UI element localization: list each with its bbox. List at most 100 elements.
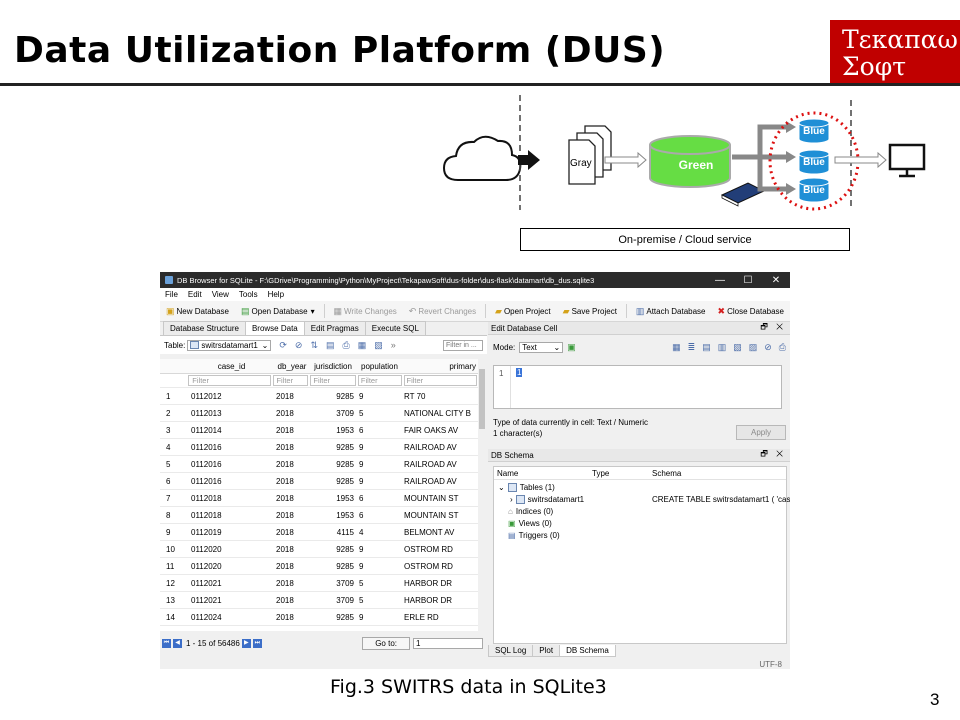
table-row[interactable]: 9 0112019 2018 4115 4 BELMONT AV	[160, 524, 478, 541]
table-row[interactable]: 4 0112016 2018 9285 9 RAILROAD AV	[160, 439, 478, 456]
schema-col-type[interactable]: Type	[592, 469, 609, 478]
table-cell[interactable]: 2018	[274, 494, 310, 503]
mode-select[interactable]: Text ⌄	[519, 342, 564, 353]
table-cell[interactable]: 0112016	[188, 460, 274, 469]
more-icon[interactable]: »	[391, 340, 396, 350]
tab-db-schema[interactable]: DB Schema	[559, 645, 616, 657]
dock-float-close-icon[interactable]: 🗗 ✕	[760, 448, 786, 462]
schema-col-name[interactable]: Name	[497, 469, 518, 478]
table-cell[interactable]: RAILROAD AV	[402, 443, 478, 452]
import-icon[interactable]: ▤	[702, 342, 711, 353]
delete-record-icon[interactable]: ▧	[374, 340, 383, 351]
table-cell[interactable]: MOUNTAIN ST	[402, 494, 478, 503]
print-icon[interactable]: ⎙	[343, 340, 350, 351]
word-wrap-icon[interactable]: ▦	[672, 342, 681, 353]
table-cell[interactable]: 9285	[310, 613, 357, 622]
table-cell[interactable]: 0112025	[188, 630, 274, 632]
revert-changes-button[interactable]: ↶ Revert Changes	[403, 306, 482, 317]
table-cell[interactable]: 2018	[274, 477, 310, 486]
close-database-button[interactable]: ✖ Close Database	[712, 306, 790, 317]
table-cell[interactable]: 6	[357, 511, 402, 520]
table-row[interactable]: 8 0112018 2018 1953 6 MOUNTAIN ST	[160, 507, 478, 524]
image-icon[interactable]: ▨	[749, 342, 758, 353]
last-record-icon[interactable]: ⏭	[252, 638, 262, 648]
table-cell[interactable]: 3709	[310, 630, 357, 632]
cell-editor[interactable]: 1 1	[493, 365, 782, 409]
table-cell[interactable]: 9	[357, 392, 402, 401]
schema-col-schema[interactable]: Schema	[652, 469, 681, 478]
table-cell[interactable]: 0112014	[188, 426, 274, 435]
table-cell[interactable]: 9	[357, 613, 402, 622]
print-cell-icon[interactable]: ⎙	[779, 342, 786, 353]
table-cell[interactable]: 9285	[310, 477, 357, 486]
table-cell[interactable]: 2018	[274, 460, 310, 469]
tab-plot[interactable]: Plot	[532, 645, 561, 657]
table-cell[interactable]: 0112021	[188, 596, 274, 605]
column-header-primary[interactable]: primary	[402, 362, 478, 371]
new-database-button[interactable]: ▣ New Database	[160, 306, 235, 317]
table-cell[interactable]: 0112020	[188, 562, 274, 571]
table-cell[interactable]: 0112020	[188, 545, 274, 554]
table-cell[interactable]: RAILROAD AV	[402, 460, 478, 469]
table-row[interactable]: 12 0112021 2018 3709 5 HARBOR DR	[160, 575, 478, 592]
table-cell[interactable]: 6	[357, 494, 402, 503]
auto-format-icon[interactable]: ▣	[567, 342, 576, 353]
minimize-button[interactable]: —	[706, 275, 734, 286]
table-cell[interactable]: FAIR OAKS AV	[402, 426, 478, 435]
table-cell[interactable]: 0112018	[188, 511, 274, 520]
table-cell[interactable]: MOUNTAIN ST	[402, 511, 478, 520]
tree-item-tables[interactable]: ⌄ Tables (1)	[498, 481, 555, 493]
table-cell[interactable]: 2018	[274, 443, 310, 452]
table-cell[interactable]: 2018	[274, 596, 310, 605]
table-cell[interactable]: 2018	[274, 579, 310, 588]
tab-sql-log[interactable]: SQL Log	[488, 645, 534, 657]
table-cell[interactable]: 1953	[310, 426, 357, 435]
save-project-button[interactable]: ▰ Save Project	[557, 306, 623, 317]
table-cell[interactable]: 9285	[310, 562, 357, 571]
tab-execute-sql[interactable]: Execute SQL	[364, 321, 426, 335]
table-cell[interactable]: OSTROM RD	[402, 562, 478, 571]
editor-cell-value[interactable]: 1	[516, 368, 523, 377]
table-cell[interactable]: 2018	[274, 630, 310, 632]
table-cell[interactable]: 4115	[310, 528, 357, 537]
table-cell[interactable]: 1953	[310, 494, 357, 503]
table-cell[interactable]: 2018	[274, 528, 310, 537]
filter-population-input[interactable]: Filter	[357, 375, 402, 386]
write-changes-button[interactable]: ▦ Write Changes	[327, 306, 402, 317]
clear-sort-icon[interactable]: ⇅	[310, 340, 318, 351]
clear-icon[interactable]: ⊘	[764, 342, 772, 353]
table-row[interactable]: 3 0112014 2018 1953 6 FAIR OAKS AV	[160, 422, 478, 439]
table-row[interactable]: 150112025201837095EAST 8TH ST	[160, 626, 478, 632]
column-header-db-year[interactable]: db_year	[274, 362, 310, 371]
table-row[interactable]: 11 0112020 2018 9285 9 OSTROM RD	[160, 558, 478, 575]
maximize-button[interactable]: ☐	[734, 275, 762, 286]
table-cell[interactable]: 9	[357, 477, 402, 486]
open-project-button[interactable]: ▰ Open Project	[489, 306, 557, 317]
filter-in-columns-input[interactable]: Filter in ...	[443, 339, 483, 351]
tab-browse-data[interactable]: Browse Data	[244, 321, 305, 335]
tree-item-indices[interactable]: ⌂ Indices (0)	[508, 505, 553, 517]
table-cell[interactable]: 2018	[274, 409, 310, 418]
table-select[interactable]: switrsdatamart1 ⌄	[187, 339, 272, 351]
table-cell[interactable]: 9285	[310, 443, 357, 452]
apply-button[interactable]: Apply	[735, 425, 786, 440]
filter-db-year-input[interactable]: Filter	[273, 375, 309, 386]
table-cell[interactable]: 0112016	[188, 443, 274, 452]
table-cell[interactable]: 5	[357, 579, 402, 588]
column-header-jurisdiction[interactable]: jurisdiction	[310, 362, 357, 371]
table-cell[interactable]: 9285	[310, 460, 357, 469]
indent-icon[interactable]: ≣	[688, 342, 696, 353]
next-record-icon[interactable]: ▶	[241, 638, 251, 648]
table-cell[interactable]: 0112016	[188, 477, 274, 486]
table-row[interactable]: 1 0112012 2018 9285 9 RT 70	[160, 388, 478, 405]
table-cell[interactable]: 9	[357, 562, 402, 571]
first-record-icon[interactable]: ⏮	[162, 638, 171, 648]
table-cell[interactable]: 0112013	[188, 409, 274, 418]
table-row[interactable]: 6 0112016 2018 9285 9 RAILROAD AV	[160, 473, 478, 490]
menu-tools[interactable]: Tools	[234, 290, 263, 299]
attach-database-button[interactable]: ▥ Attach Database	[630, 306, 712, 317]
table-cell[interactable]: 9	[357, 443, 402, 452]
chevron-right-icon[interactable]: ›	[510, 495, 513, 504]
table-cell[interactable]: 5	[357, 409, 402, 418]
column-header-case-id[interactable]: case_id	[188, 362, 274, 371]
